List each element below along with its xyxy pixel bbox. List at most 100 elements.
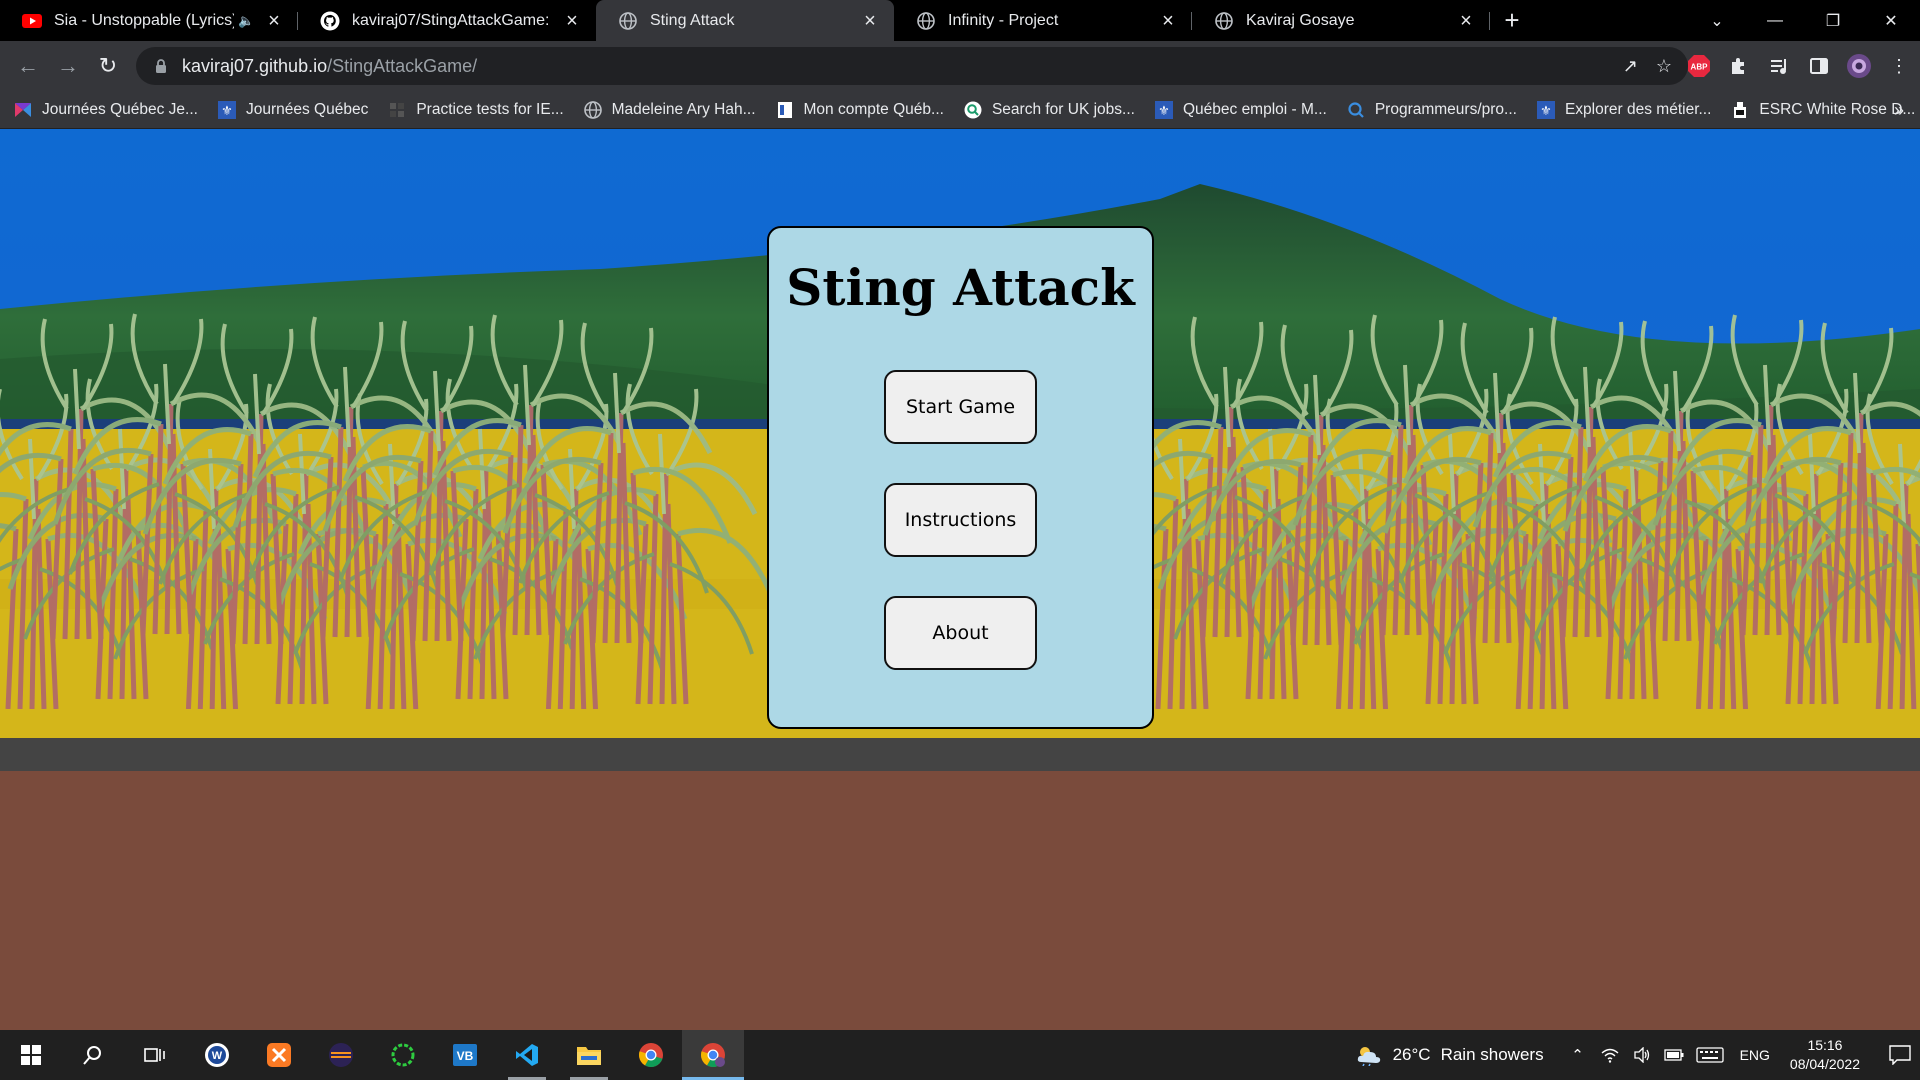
close-window-button[interactable]: ✕	[1862, 0, 1920, 41]
svg-text:VB: VB	[457, 1049, 474, 1063]
bookmark-item[interactable]: ⚜ Québec emploi - M...	[1154, 100, 1327, 119]
adblock-plus-icon[interactable]: ABP	[1686, 53, 1712, 79]
keyboard-icon[interactable]	[1695, 1044, 1725, 1066]
svg-text:⚜: ⚜	[1158, 103, 1170, 118]
vscode-icon[interactable]	[496, 1030, 558, 1080]
close-tab-icon[interactable]: ×	[264, 11, 284, 31]
vbox-icon[interactable]: VB	[434, 1030, 496, 1080]
tab-title: kaviraj07/StingAttackGame: HTM	[352, 11, 554, 29]
share-icon[interactable]: ↗	[1623, 56, 1638, 77]
tab-strip: Sia - Unstoppable (Lyrics) - Y 🔈 × kavir…	[0, 0, 1920, 41]
bookmark-label: Search for UK jobs...	[991, 100, 1135, 118]
volume-icon[interactable]	[1631, 1044, 1653, 1066]
close-tab-icon[interactable]: ×	[1456, 11, 1476, 31]
close-tab-icon[interactable]: ×	[1158, 11, 1178, 31]
tab-kaviraj-gosaye[interactable]: Kaviraj Gosaye ×	[1192, 0, 1490, 41]
notification-center-icon[interactable]	[1880, 1045, 1920, 1065]
tab-separator	[1489, 12, 1490, 30]
game-viewport: Sting Attack Start Game Instructions Abo…	[0, 129, 1920, 1030]
address-bar[interactable]: kaviraj07.github.io/StingAttackGame/ ↗ ☆	[136, 47, 1688, 85]
weather-widget[interactable]: 26°C Rain showers	[1355, 1044, 1544, 1066]
forward-button[interactable]: →	[48, 46, 88, 86]
app-icon[interactable]: W	[186, 1030, 248, 1080]
bookmark-item[interactable]: ⚜ Journées Québec	[217, 100, 369, 119]
close-tab-icon[interactable]: ×	[860, 11, 880, 31]
url-path: /StingAttackGame/	[327, 55, 478, 76]
about-button[interactable]: About	[884, 596, 1037, 670]
main-menu-panel: Sting Attack Start Game Instructions Abo…	[767, 226, 1154, 729]
bookmark-item[interactable]: Programmeurs/pro...	[1347, 101, 1517, 119]
more-bookmarks-icon[interactable]: »	[1894, 91, 1904, 129]
weather-temperature: 26°C	[1392, 1045, 1431, 1064]
tab-youtube[interactable]: Sia - Unstoppable (Lyrics) - Y 🔈 ×	[0, 0, 298, 41]
start-game-button[interactable]: Start Game	[884, 370, 1037, 444]
search-icon[interactable]	[62, 1030, 124, 1080]
wifi-icon[interactable]	[1599, 1044, 1621, 1066]
svg-text:W: W	[212, 1050, 223, 1062]
bookmark-item[interactable]: Journées Québec Je...	[14, 101, 198, 119]
kebab-menu-icon[interactable]: ⋮	[1886, 53, 1912, 79]
globe-icon	[583, 100, 602, 119]
restore-button[interactable]: ❐	[1804, 0, 1862, 41]
globe-icon	[916, 11, 936, 31]
abp-label: ABP	[1691, 63, 1709, 72]
bookmark-label: Mon compte Québ...	[803, 100, 944, 118]
tab-github[interactable]: kaviraj07/StingAttackGame: HTM ×	[298, 0, 596, 41]
chrome-profile-icon[interactable]	[682, 1030, 744, 1080]
bookmark-item[interactable]: Search for UK jobs...	[964, 101, 1135, 119]
reload-button[interactable]: ↻	[88, 46, 128, 86]
fleur-de-lis-icon: ⚜	[217, 100, 236, 119]
xampp-icon[interactable]	[248, 1030, 310, 1080]
tab-infinity-project[interactable]: Infinity - Project ×	[894, 0, 1192, 41]
url-text: kaviraj07.github.io/StingAttackGame/	[182, 56, 477, 77]
new-tab-button[interactable]: +	[1490, 0, 1534, 41]
minimize-button[interactable]: —	[1746, 0, 1804, 41]
fleur-de-lis-icon: ⚜	[1154, 100, 1173, 119]
tab-sting-attack[interactable]: Sting Attack ×	[596, 0, 894, 41]
system-tray: 26°C Rain showers ⌃ ENG 15:16 08/04/2022	[1355, 1030, 1920, 1080]
bookmark-label: Explorer des métier...	[1564, 100, 1712, 118]
extensions-area: ABP ⋮	[1686, 46, 1912, 86]
puzzle-extensions-icon[interactable]	[1726, 53, 1752, 79]
bookmark-item[interactable]: Mon compte Québ...	[776, 101, 944, 119]
browser-toolbar: ← → ↻ kaviraj07.github.io/StingAttackGam…	[0, 41, 1920, 91]
bookmark-item[interactable]: Practice tests for IE...	[388, 101, 564, 119]
profile-avatar-icon[interactable]	[1846, 53, 1872, 79]
bookmark-label: Journées Québec	[245, 100, 369, 118]
rain-cloud-icon	[1357, 1047, 1380, 1066]
magnifier-icon	[1347, 101, 1365, 119]
tab-search-icon[interactable]: ⌄	[1688, 0, 1746, 41]
eclipse-icon[interactable]	[310, 1030, 372, 1080]
side-panel-icon[interactable]	[1806, 53, 1832, 79]
url-host: kaviraj07.github.io	[182, 55, 328, 76]
bookmark-item[interactable]: ESRC White Rose D...	[1731, 101, 1915, 119]
windows-taskbar: W VB 26°C Rain showers ⌃ ENG 15:16 08/04…	[0, 1030, 1920, 1080]
windows-start-icon[interactable]	[0, 1030, 62, 1080]
instructions-button[interactable]: Instructions	[884, 483, 1037, 557]
bookmark-label: Québec emploi - M...	[1182, 100, 1327, 118]
task-view-icon[interactable]	[124, 1030, 186, 1080]
chrome-icon[interactable]	[620, 1030, 682, 1080]
bookmark-item[interactable]: Madeleine Ary Hah...	[583, 100, 756, 119]
media-queue-icon[interactable]	[1766, 53, 1792, 79]
back-button[interactable]: ←	[8, 46, 48, 86]
battery-icon[interactable]	[1663, 1044, 1685, 1066]
document-icon	[776, 101, 794, 119]
clock-time: 15:16	[1807, 1037, 1843, 1053]
lock-icon	[156, 59, 166, 73]
speaker-muted-icon[interactable]: 🔈	[238, 13, 256, 29]
chevron-up-icon[interactable]: ⌃	[1567, 1044, 1589, 1066]
bookmark-label: Journées Québec Je...	[42, 100, 198, 118]
clock-date: 08/04/2022	[1789, 1056, 1860, 1072]
bookmark-star-icon[interactable]: ☆	[1656, 56, 1672, 77]
clock[interactable]: 15:16 08/04/2022	[1790, 1036, 1860, 1074]
file-explorer-icon[interactable]	[558, 1030, 620, 1080]
close-tab-icon[interactable]: ×	[562, 11, 582, 31]
bookmark-label: ESRC White Rose D...	[1759, 100, 1916, 118]
search-icon	[964, 101, 982, 119]
ink-bottle-icon	[1731, 101, 1749, 119]
app-ring-icon[interactable]	[372, 1030, 434, 1080]
github-icon	[320, 11, 340, 31]
language-indicator[interactable]: ENG	[1740, 1047, 1770, 1063]
bookmark-item[interactable]: ⚜ Explorer des métier...	[1536, 100, 1712, 119]
